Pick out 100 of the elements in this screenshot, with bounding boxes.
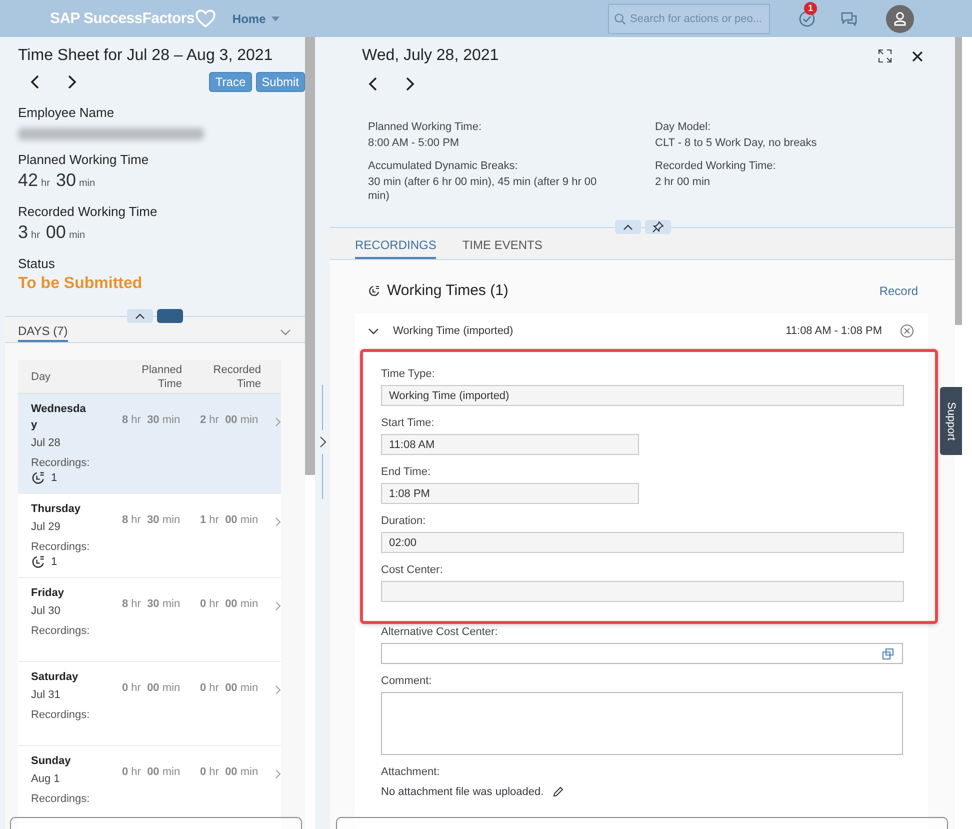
input-field[interactable]: 11:08 AM	[381, 434, 639, 455]
planned-time: 0 hr 00 min	[120, 682, 180, 694]
collapse-button[interactable]	[127, 309, 153, 323]
entry-time: 11:08 AM - 1:08 PM	[786, 325, 882, 337]
scrollbar[interactable]	[955, 37, 962, 325]
field-label: Time Type:	[381, 367, 436, 382]
pin-icon	[652, 221, 664, 233]
input-field[interactable]	[381, 643, 903, 664]
entry-title: Working Time (imported)	[393, 325, 514, 337]
day-row[interactable]: Sunday Aug 1 Recordings: 0 hr 00 min 0 hr 00 min	[18, 746, 281, 829]
table-header: Day Planned Time Recorded Time	[18, 360, 281, 394]
value-help-icon[interactable]	[882, 648, 894, 660]
detail-label: Recorded Working Time:	[655, 159, 777, 174]
detail-value: 8:00 AM - 5:00 PM	[368, 136, 460, 150]
recorded-time: 0 hr 00 min	[198, 682, 258, 694]
field-label: Duration:	[381, 514, 427, 529]
clock-icon	[31, 555, 45, 569]
input-field[interactable]	[381, 581, 904, 602]
recordings-label: Recordings:	[31, 709, 91, 721]
search-field[interactable]: Search for actions or peo...	[608, 4, 770, 34]
day-name: Sunday	[31, 754, 72, 769]
chat-icon[interactable]	[840, 10, 858, 26]
caret-up-icon	[135, 313, 145, 319]
planned-time: 8 hr 30 min	[120, 414, 180, 426]
support-tab[interactable]: Support	[940, 387, 962, 455]
planned-time: 8 hr 30 min	[120, 598, 180, 610]
day-date: Aug 1	[31, 773, 61, 785]
day-date: Jul 30	[31, 605, 62, 617]
field-label: Alternative Cost Center:	[381, 625, 499, 640]
pin-button[interactable]	[644, 220, 670, 234]
day-name: Friday	[31, 586, 66, 601]
close-icon[interactable]	[912, 50, 923, 62]
recorded-time: 1 hr 00 min	[198, 514, 258, 526]
avatar-icon[interactable]	[886, 4, 914, 32]
chevron-right-icon	[275, 517, 282, 527]
chevron-right-icon	[275, 601, 282, 611]
pencil-icon[interactable]	[552, 786, 564, 798]
field-label: Cost Center:	[381, 563, 444, 578]
status-value: To be Submitted	[18, 275, 144, 293]
heart-icon	[195, 9, 216, 28]
notification-badge: 1	[804, 2, 817, 14]
recordings-label: Recordings:	[31, 457, 91, 469]
day-row[interactable]: Saturday Jul 31 Recordings: 0 hr 00 min 0 hr 00 min	[18, 662, 281, 746]
day-date: Jul 31	[31, 689, 62, 701]
tab[interactable]: TIME EVENTS	[462, 234, 542, 259]
day-date: Jul 29	[31, 521, 62, 533]
input-field[interactable]: 1:08 PM	[381, 483, 639, 504]
recordings-label: Recordings:	[31, 793, 91, 805]
fullscreen-icon[interactable]	[878, 49, 892, 63]
day-name: Wednesday	[31, 402, 87, 433]
recordings-count: 1	[51, 472, 58, 484]
duration-value: 30	[56, 170, 76, 191]
duration-value: 3	[18, 222, 28, 243]
day-name: Thursday	[31, 502, 82, 517]
day-date: Jul 28	[31, 437, 62, 449]
caret-down-icon	[270, 16, 280, 22]
duration-value: 42	[18, 170, 38, 191]
recordings-label: Recordings:	[31, 625, 91, 637]
detail-value: 2 hr 00 min	[655, 175, 712, 189]
day-row[interactable]: Thursday Jul 29 Recordings: 1 8 hr 30 min 1 hr 00 min	[18, 494, 281, 578]
duration-unit: min	[68, 230, 86, 241]
input-field[interactable]: Working Time (imported)	[381, 385, 904, 406]
duration-value: 00	[46, 222, 66, 243]
clock-icon	[368, 284, 380, 296]
chevron-right-icon	[275, 417, 282, 427]
timesheet-title: Time Sheet for Jul 28 – Aug 3, 2021	[18, 47, 274, 65]
recordings-label: Recordings:	[31, 541, 91, 553]
duration-unit: hr	[31, 230, 40, 241]
planned-time: 0 hr 00 min	[120, 766, 180, 778]
field-label: Recorded Working Time	[18, 203, 158, 221]
detail-label: Accumulated Dynamic Breaks:	[368, 159, 519, 174]
planned-time: 8 hr 30 min	[120, 514, 180, 526]
duration-unit: min	[78, 178, 96, 189]
attachment-text: No attachment file was uploaded.	[381, 786, 544, 798]
collapse-button[interactable]	[614, 220, 640, 234]
remove-icon[interactable]	[900, 324, 914, 338]
chevron-right-icon	[275, 769, 282, 779]
chevron-down-icon[interactable]	[368, 328, 379, 334]
detail-label: Day Model:	[655, 120, 712, 135]
record-link[interactable]: Record	[879, 284, 918, 298]
scrollbar[interactable]	[305, 37, 315, 475]
recorded-time: 0 hr 00 min	[198, 766, 258, 778]
detail-value: CLT - 8 to 5 Work Day, no breaks	[655, 136, 818, 150]
clock-icon	[31, 471, 45, 485]
detail-value: 30 min (after 6 hr 00 min), 45 min (after 9 hr 00 min)	[368, 175, 598, 203]
field-label: Planned Working Time	[18, 151, 150, 169]
field-label: Attachment:	[381, 765, 441, 780]
input-field[interactable]: 02:00	[381, 532, 904, 553]
section-title: Working Times (1)	[387, 282, 508, 299]
field-label: Employee Name	[18, 104, 116, 122]
detail-label: Planned Working Time:	[368, 120, 483, 135]
checkmark-icon[interactable]	[798, 10, 816, 28]
day-title: Wed, July 28, 2021	[362, 47, 499, 65]
day-row[interactable]: Wednesday Jul 28 Recordings: 1 8 hr 30 min 2 hr 00 min	[18, 394, 281, 494]
field-label: End Time:	[381, 465, 432, 480]
recorded-time: 0 hr 00 min	[198, 598, 258, 610]
day-row[interactable]: Friday Jul 30 Recordings: 8 hr 30 min 0 hr 00 min	[18, 578, 281, 662]
field-label: Start Time:	[381, 416, 436, 431]
day-name: Saturday	[31, 670, 80, 685]
field-label: Comment:	[381, 674, 433, 689]
